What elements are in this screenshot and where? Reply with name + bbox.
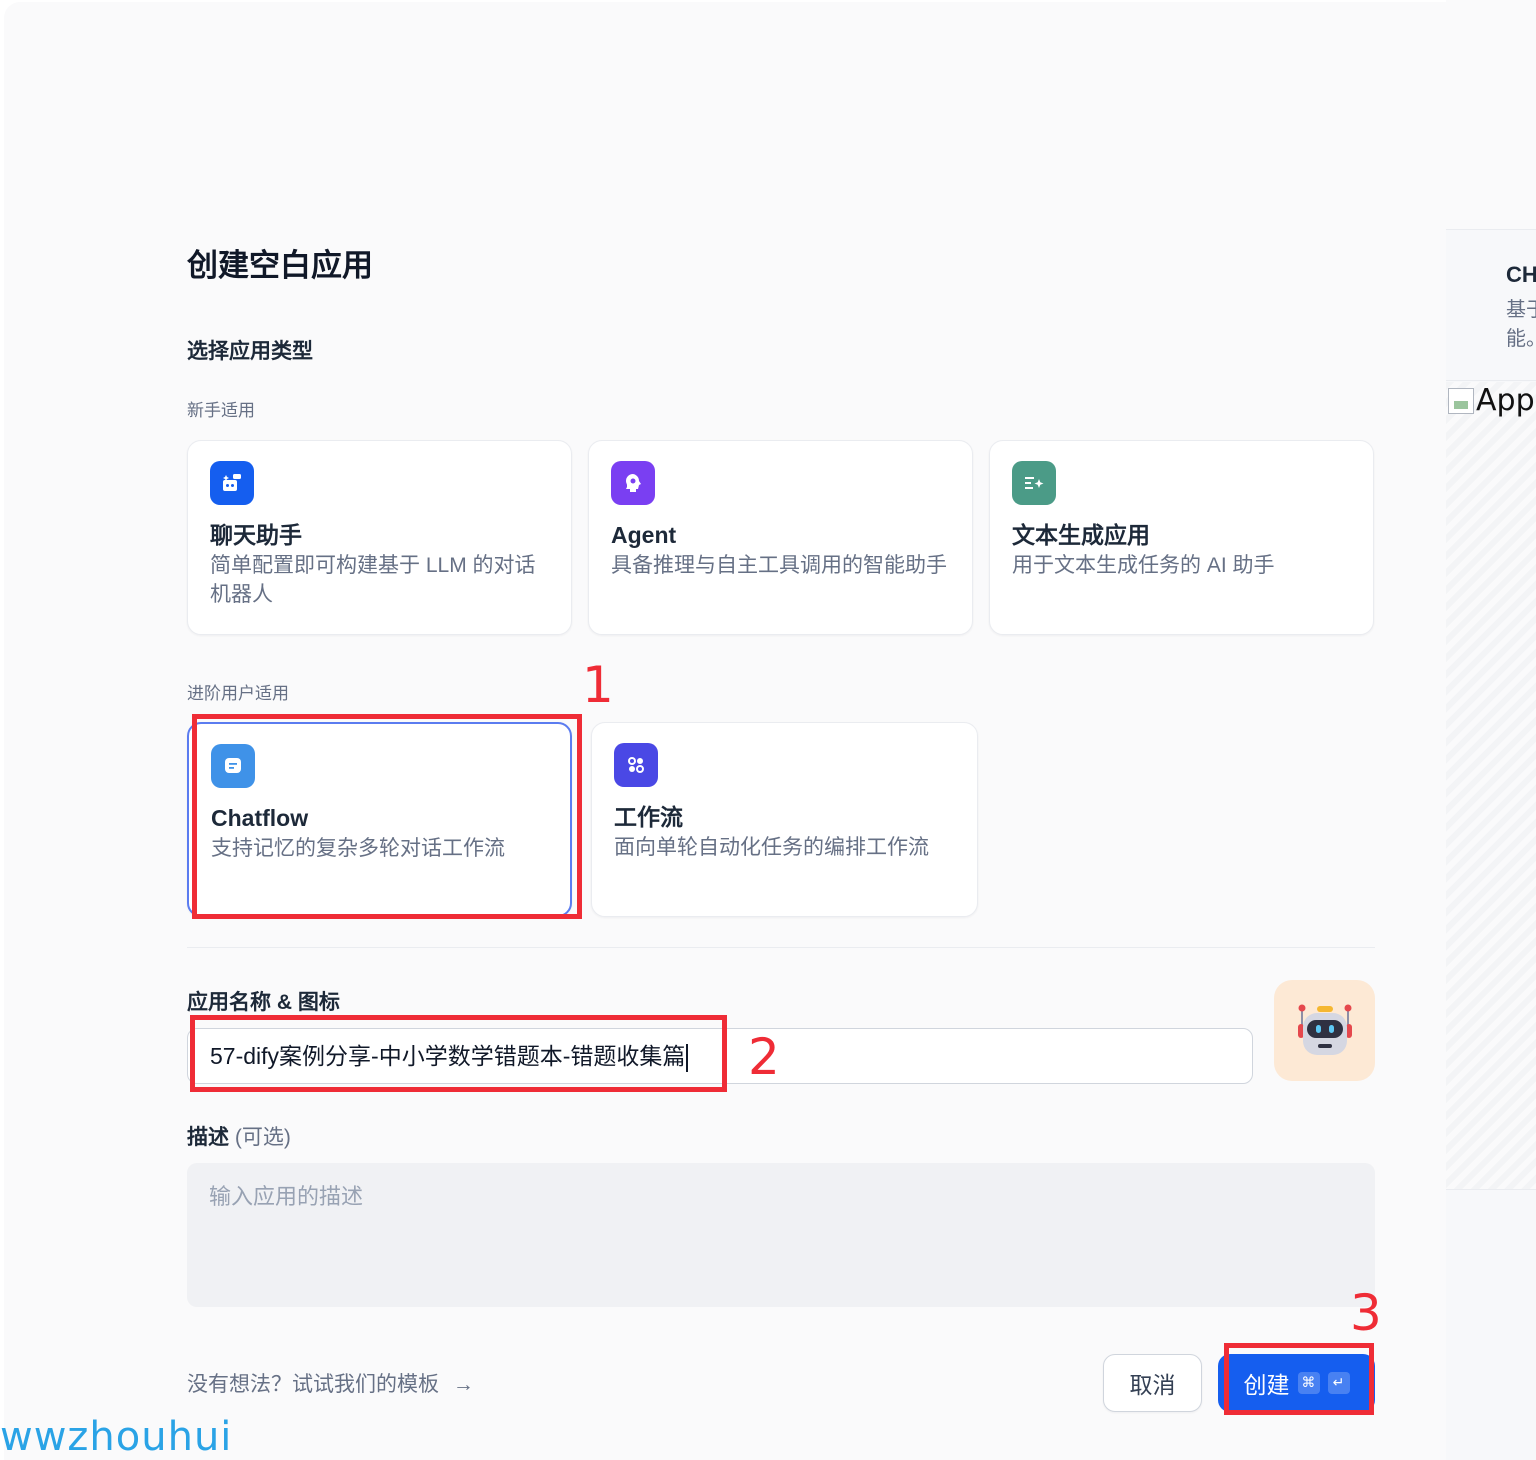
annotation-number-3: 3 bbox=[1350, 1284, 1382, 1342]
section-divider bbox=[187, 947, 1375, 948]
robot-icon bbox=[1297, 1004, 1352, 1055]
name-icon-label: 应用名称 & 图标 bbox=[187, 991, 340, 1014]
annotation-box-3 bbox=[1224, 1343, 1374, 1415]
app-type-card-chatbot[interactable]: 聊天助手 简单配置即可构建基于 LLM 的对话机器人 bbox=[187, 440, 572, 635]
watermark-text: wwzhouhui bbox=[0, 1414, 233, 1460]
annotation-number-2: 2 bbox=[748, 1028, 780, 1086]
app-preview-alt-text: App bbox=[1476, 383, 1535, 418]
description-placeholder: 输入应用的描述 bbox=[209, 1184, 364, 1209]
side-panel-desc-line1: 基于 bbox=[1506, 299, 1536, 321]
app-type-card-workflow[interactable]: 工作流 面向单轮自动化任务的编排工作流 bbox=[591, 722, 978, 917]
app-type-desc: 具备推理与自主工具调用的智能助手 bbox=[611, 554, 947, 577]
annotation-box-1 bbox=[192, 714, 582, 919]
description-label: 描述 (可选) bbox=[187, 1121, 291, 1151]
try-templates-text: 没有想法？试试我们的模板 bbox=[187, 1373, 439, 1396]
app-type-card-text-generation[interactable]: 文本生成应用 用于文本生成任务的 AI 助手 bbox=[989, 440, 1374, 635]
template-preview-panel: CH 基于 能。 App bbox=[1446, 0, 1536, 1460]
app-preview-image: App bbox=[1448, 383, 1535, 418]
text-generation-icon bbox=[1012, 461, 1056, 505]
side-panel-desc: 基于 能。 bbox=[1506, 296, 1536, 354]
side-panel-divider bbox=[1446, 380, 1536, 381]
side-panel-title: CH bbox=[1506, 262, 1536, 287]
app-type-desc: 简单配置即可构建基于 LLM 的对话机器人 bbox=[210, 554, 536, 606]
annotation-box-2 bbox=[190, 1015, 727, 1092]
description-label-text: 描述 bbox=[187, 1126, 229, 1149]
app-type-title: 文本生成应用 bbox=[1012, 522, 1150, 548]
side-panel-desc-line2: 能。 bbox=[1506, 328, 1536, 350]
side-panel-header bbox=[1446, 0, 1536, 230]
side-panel-preview-area bbox=[1446, 382, 1536, 1190]
arrow-right-icon: → bbox=[452, 1373, 474, 1396]
beginner-group-label: 新手适用 bbox=[187, 401, 255, 420]
app-type-desc: 面向单轮自动化任务的编排工作流 bbox=[614, 836, 929, 859]
app-type-section-title: 选择应用类型 bbox=[187, 340, 313, 363]
app-icon-picker[interactable] bbox=[1274, 980, 1375, 1081]
description-textarea[interactable]: 输入应用的描述 bbox=[187, 1163, 1375, 1307]
dialog-title: 创建空白应用 bbox=[187, 248, 373, 283]
app-type-title: 聊天助手 bbox=[210, 522, 302, 548]
cancel-button[interactable]: 取消 bbox=[1103, 1354, 1202, 1412]
app-type-desc: 用于文本生成任务的 AI 助手 bbox=[1012, 554, 1275, 577]
app-type-card-agent[interactable]: Agent 具备推理与自主工具调用的智能助手 bbox=[588, 440, 973, 635]
app-type-title: Agent bbox=[611, 522, 677, 548]
workflow-icon bbox=[614, 743, 658, 787]
chat-bot-icon bbox=[210, 461, 254, 505]
advanced-group-label: 进阶用户适用 bbox=[187, 684, 289, 703]
agent-icon bbox=[611, 461, 655, 505]
broken-image-icon bbox=[1448, 387, 1474, 414]
annotation-number-1: 1 bbox=[582, 656, 614, 714]
try-templates-link[interactable]: 没有想法？试试我们的模板 → bbox=[187, 1368, 474, 1398]
app-type-title: 工作流 bbox=[614, 804, 683, 830]
description-optional: (可选) bbox=[234, 1126, 291, 1149]
